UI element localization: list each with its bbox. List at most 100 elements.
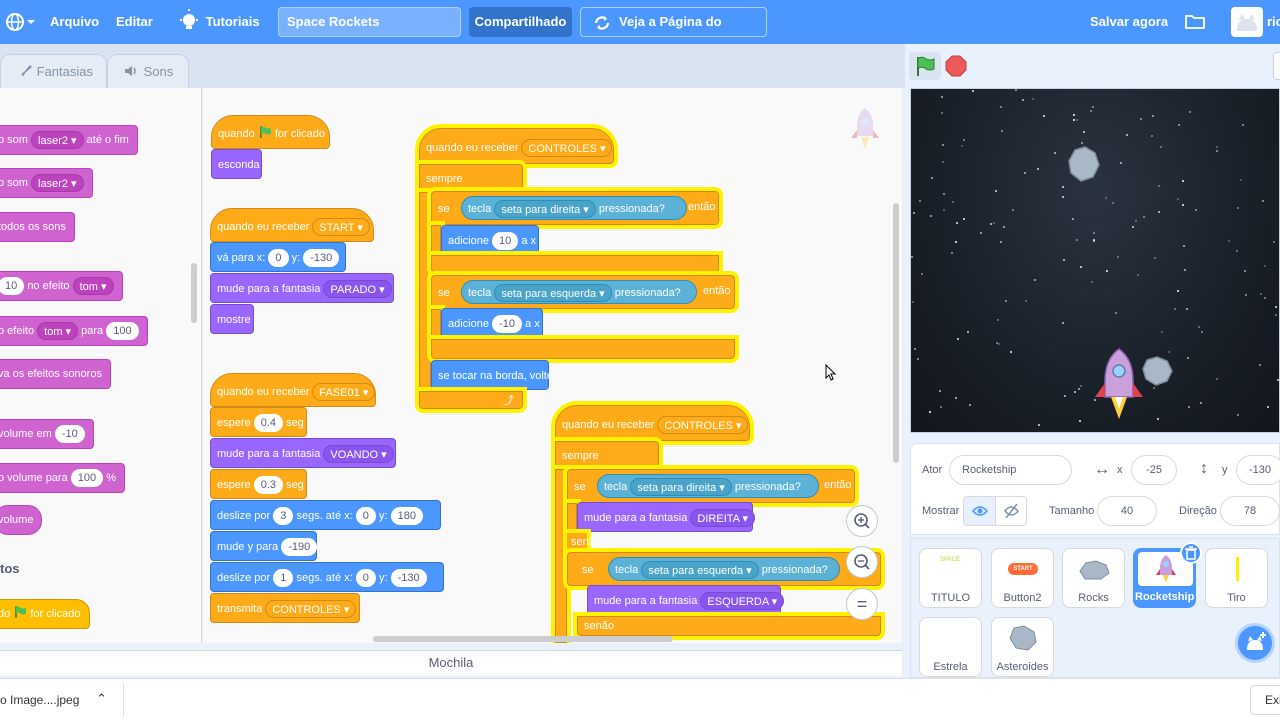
hat-when-receive-controles[interactable]: quando eu receber CONTROLES ▾: [555, 405, 750, 441]
delete-sprite-button[interactable]: [1180, 542, 1202, 564]
block-switch-costume[interactable]: mude para a fantasia PARADO ▾: [210, 273, 394, 303]
share-button[interactable]: Compartilhado: [469, 7, 572, 37]
tab-sounds[interactable]: Sons: [107, 54, 189, 88]
language-globe-icon[interactable]: [4, 0, 36, 44]
hat-when-receive-start[interactable]: quando eu receber START ▾: [210, 208, 374, 242]
block-go-to-xy[interactable]: vá para x: 0 y: -130: [210, 242, 346, 272]
zoom-out-button[interactable]: [846, 546, 878, 578]
palette-scrollbar[interactable]: [191, 263, 197, 323]
volume-change-input[interactable]: -10: [54, 425, 85, 444]
show-button[interactable]: [964, 497, 996, 525]
x-position-input[interactable]: -25: [1131, 455, 1177, 485]
effect-dropdown[interactable]: tom ▾: [37, 322, 79, 341]
hat-when-flag-clicked[interactable]: quando for clicado: [211, 115, 330, 149]
y-input[interactable]: -130: [303, 249, 340, 268]
stage-size-button[interactable]: [1273, 52, 1280, 80]
palette-block-change-volume[interactable]: volume em -10: [0, 419, 94, 449]
save-now-link[interactable]: Salvar agora: [1090, 0, 1168, 44]
tab-costumes[interactable]: Fantasias: [0, 54, 107, 88]
y-input[interactable]: -130: [390, 569, 427, 588]
block-glide-to-xy[interactable]: deslize por 1 segs. até x: 0 y: -130: [210, 562, 444, 592]
glide-seconds-input[interactable]: 3: [273, 507, 294, 526]
project-title-input[interactable]: Space Rockets: [278, 7, 461, 37]
costume-dropdown[interactable]: DIREITA ▾: [690, 509, 755, 528]
message-dropdown[interactable]: START ▾: [312, 218, 370, 237]
block-wait[interactable]: espere 0.4 seg: [210, 407, 307, 437]
stage-canvas[interactable]: [910, 88, 1280, 433]
key-dropdown[interactable]: seta para esquerda ▾: [641, 561, 759, 580]
sprite-name-input[interactable]: Rocketship: [949, 455, 1072, 485]
palette-block-set-effect[interactable]: o efeito tom ▾ para 100: [0, 316, 148, 346]
message-dropdown[interactable]: CONTROLES ▾: [657, 416, 749, 435]
hide-button[interactable]: [996, 497, 1027, 525]
zoom-in-button[interactable]: [846, 505, 878, 537]
palette-block-start-sound[interactable]: o som laser2 ▾: [0, 168, 93, 198]
palette-block-clear-effects[interactable]: va os efeitos sonoros: [0, 359, 111, 389]
palette-block-play-sound-until-done[interactable]: o som laser2 ▾ até o fim: [0, 125, 138, 155]
y-value-input[interactable]: -190: [281, 538, 318, 557]
wait-seconds-input[interactable]: 0.4: [253, 414, 283, 433]
effect-amount-input[interactable]: 10: [0, 277, 25, 296]
costume-dropdown[interactable]: VOANDO ▾: [323, 445, 394, 464]
costume-dropdown[interactable]: PARADO ▾: [323, 280, 392, 299]
palette-block-stop-all-sounds[interactable]: todos os sons: [0, 212, 75, 242]
sprite-thumb-estrela[interactable]: Estrela: [919, 617, 982, 677]
y-position-input[interactable]: -130: [1236, 455, 1280, 485]
block-switch-costume[interactable]: mude para a fantasia DIREITA ▾: [577, 502, 755, 532]
download-file-name[interactable]: o Image....jpeg: [0, 693, 79, 707]
sensing-key-pressed-right[interactable]: tecla seta para direita ▾ pressionada?: [461, 196, 687, 220]
sprite-thumb-rocks[interactable]: Rocks: [1062, 548, 1125, 608]
block-change-x[interactable]: adicione -10 a x: [441, 308, 543, 338]
direction-input[interactable]: 78: [1220, 496, 1280, 526]
block-glide-to-xy[interactable]: deslize por 3 segs. até x: 0 y: 180: [210, 500, 441, 530]
volume-set-input[interactable]: 100: [70, 469, 104, 488]
sensing-key-pressed-right[interactable]: tecla seta para direita ▾ pressionada?: [597, 474, 819, 498]
add-sprite-button[interactable]: [1235, 623, 1275, 663]
sensing-key-pressed-left[interactable]: tecla seta para esquerda ▾ pressionada?: [461, 280, 697, 304]
costume-dropdown[interactable]: ESQUERDA ▾: [700, 592, 785, 611]
block-show[interactable]: mostre: [210, 304, 254, 334]
green-flag-button[interactable]: [909, 52, 941, 80]
key-dropdown[interactable]: seta para esquerda ▾: [494, 284, 612, 303]
stop-button[interactable]: [945, 55, 967, 77]
message-dropdown[interactable]: FASE01 ▾: [312, 383, 376, 402]
hat-when-receive-fase01[interactable]: quando eu receber FASE01 ▾: [210, 373, 376, 407]
user-avatar[interactable]: [1231, 7, 1263, 37]
y-input[interactable]: 180: [390, 507, 423, 526]
palette-block-when-flag-clicked[interactable]: do for clicado: [0, 599, 90, 629]
backpack-bar[interactable]: Mochila: [0, 650, 902, 676]
key-dropdown[interactable]: seta para direita ▾: [630, 478, 732, 497]
show-all-button[interactable]: Exi: [1250, 685, 1280, 715]
message-dropdown[interactable]: CONTROLES ▾: [521, 139, 613, 158]
block-bounce-on-edge[interactable]: se tocar na borda, volte: [431, 360, 553, 390]
edit-menu[interactable]: Editar: [116, 0, 153, 44]
block-forever[interactable]: sempre: [555, 441, 659, 469]
sprite-thumb-button2[interactable]: START Button2: [991, 548, 1054, 608]
script-area-horizontal-scrollbar[interactable]: [373, 636, 673, 642]
sprite-thumb-asteroides[interactable]: Asteroides: [991, 617, 1054, 677]
effect-dropdown[interactable]: tom ▾: [72, 277, 114, 296]
username[interactable]: ric: [1267, 0, 1280, 44]
effect-value-input[interactable]: 100: [106, 322, 139, 341]
sprite-thumb-rocketship[interactable]: Rocketship: [1133, 542, 1202, 608]
zoom-reset-button[interactable]: =: [846, 588, 878, 620]
sound-dropdown[interactable]: laser2 ▾: [31, 131, 84, 150]
chevron-up-icon[interactable]: ⌃: [96, 691, 107, 707]
sprite-thumb-titulo[interactable]: SPACE TITULO: [919, 548, 982, 608]
block-broadcast[interactable]: transmita CONTROLES ▾: [210, 593, 360, 623]
key-dropdown[interactable]: seta para direita ▾: [494, 200, 596, 219]
sensing-key-pressed-left[interactable]: tecla seta para esquerda ▾ pressionada?: [608, 557, 840, 581]
block-change-x[interactable]: adicione 10 a x: [441, 225, 539, 255]
tutorials-menu[interactable]: Tutoriais: [180, 0, 260, 44]
sound-dropdown[interactable]: laser2 ▾: [31, 174, 84, 193]
block-forever[interactable]: sempre: [419, 164, 523, 192]
x-change-input[interactable]: -10: [492, 315, 522, 334]
glide-seconds-input[interactable]: 1: [273, 569, 294, 588]
file-menu[interactable]: Arquivo: [50, 0, 99, 44]
size-input[interactable]: 40: [1097, 496, 1157, 526]
x-change-input[interactable]: 10: [492, 232, 519, 251]
block-switch-costume[interactable]: mude para a fantasia VOANDO ▾: [210, 438, 396, 468]
block-switch-costume[interactable]: mude para a fantasia ESQUERDA ▾: [587, 585, 785, 615]
palette-block-set-volume[interactable]: o volume para 100 %: [0, 463, 125, 493]
palette-block-change-effect[interactable]: 10 no efeito tom ▾: [0, 271, 123, 301]
